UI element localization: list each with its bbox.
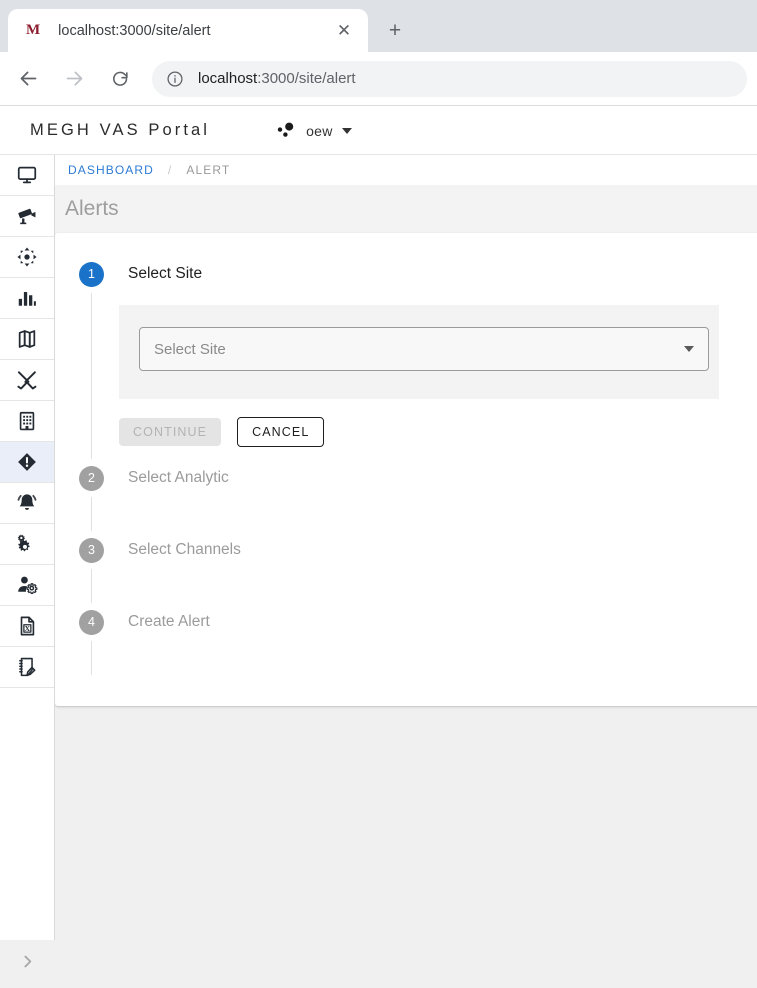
step-number-badge: 4 <box>79 610 104 635</box>
step-label: Select Site <box>128 265 202 283</box>
user-name: oew <box>306 123 333 139</box>
sidebar-item-map[interactable] <box>0 319 54 360</box>
page-header: Alerts <box>55 185 757 233</box>
app-header: MEGH VAS Portal oew <box>0 107 757 155</box>
user-menu[interactable]: oew <box>270 118 358 143</box>
breadcrumb-separator: / <box>168 163 172 177</box>
alert-wizard-card: 1 Select Site Select Site CO <box>55 233 757 706</box>
address-bar[interactable]: localhost:3000/site/alert <box>152 61 747 97</box>
sidebar-item-analytics[interactable] <box>0 278 54 319</box>
step-2-content <box>91 497 757 531</box>
browser-tab[interactable]: M localhost:3000/site/alert ✕ <box>8 9 368 52</box>
step-label: Create Alert <box>128 613 210 631</box>
step-header[interactable]: 2 Select Analytic <box>55 459 757 497</box>
select-site-panel: Select Site <box>119 305 719 399</box>
sidebar-item-logs[interactable] <box>0 647 54 688</box>
content-area: DASHBOARD / ALERT Alerts 1 Select Site <box>55 155 757 988</box>
url-path: :3000/site/alert <box>257 70 355 87</box>
breadcrumb-alert: ALERT <box>186 163 230 177</box>
chevron-down-icon[interactable] <box>684 346 694 352</box>
page-title: Alerts <box>65 197 119 221</box>
step-number-badge: 3 <box>79 538 104 563</box>
step-label: Select Analytic <box>128 469 229 487</box>
arrow-left-icon[interactable] <box>10 61 46 97</box>
step-header[interactable]: 1 Select Site <box>55 255 757 293</box>
reload-icon[interactable] <box>102 61 138 97</box>
sidebar-nav: X <box>0 155 55 988</box>
application-viewport: MEGH VAS Portal oew <box>0 107 757 988</box>
close-icon[interactable]: ✕ <box>332 19 356 43</box>
sidebar-item-notifications[interactable] <box>0 483 54 524</box>
browser-window: M localhost:3000/site/alert ✕ + localhos… <box>0 0 757 988</box>
sidebar-item-reports[interactable]: X <box>0 606 54 647</box>
breadcrumb: DASHBOARD / ALERT <box>55 155 757 185</box>
step-header[interactable]: 4 Create Alert <box>55 603 757 641</box>
chevron-right-icon <box>19 953 36 975</box>
sidebar-item-settings[interactable] <box>0 524 54 565</box>
step-1-content: Select Site CONTINUE CANCEL <box>91 293 757 459</box>
sidebar-item-sites[interactable] <box>0 401 54 442</box>
step-3-content <box>91 569 757 603</box>
sidebar-item-tools[interactable] <box>0 360 54 401</box>
sidebar-item-dashboard[interactable] <box>0 155 54 196</box>
step-number-badge: 1 <box>79 262 104 287</box>
url-text: localhost:3000/site/alert <box>198 70 356 87</box>
browser-toolbar: localhost:3000/site/alert <box>0 52 757 106</box>
arrow-right-icon[interactable] <box>56 61 92 97</box>
favicon: M <box>26 22 40 39</box>
url-host: localhost <box>198 70 257 87</box>
tab-title: localhost:3000/site/alert <box>58 23 326 39</box>
wizard-step-3: 3 Select Channels <box>55 531 757 603</box>
sidebar-expand-button[interactable] <box>0 940 55 988</box>
step-1-actions: CONTINUE CANCEL <box>119 399 757 447</box>
select-site-input[interactable]: Select Site <box>139 327 709 371</box>
browser-tab-strip: M localhost:3000/site/alert ✕ + <box>0 0 757 52</box>
sidebar-item-alerts[interactable] <box>0 442 54 483</box>
sidebar-item-ptz[interactable] <box>0 237 54 278</box>
cancel-button[interactable]: CANCEL <box>237 417 324 447</box>
app-body: X DASHBOARD / ALERT <box>0 155 757 988</box>
chevron-down-icon[interactable] <box>342 128 352 134</box>
sidebar-item-users[interactable] <box>0 565 54 606</box>
breadcrumb-dashboard[interactable]: DASHBOARD <box>68 163 154 177</box>
info-circle-icon[interactable] <box>166 70 184 88</box>
select-site-value: Select Site <box>154 341 684 358</box>
new-tab-button[interactable]: + <box>378 13 412 47</box>
continue-button[interactable]: CONTINUE <box>119 418 221 446</box>
wizard-step-2: 2 Select Analytic <box>55 459 757 531</box>
step-label: Select Channels <box>128 541 241 559</box>
wizard-step-1: 1 Select Site Select Site CO <box>55 255 757 459</box>
step-4-content <box>91 641 757 675</box>
step-number-badge: 2 <box>79 466 104 491</box>
step-header[interactable]: 3 Select Channels <box>55 531 757 569</box>
app-brand-title: MEGH VAS Portal <box>30 121 210 140</box>
wizard-step-4: 4 Create Alert <box>55 603 757 675</box>
share-nodes-icon <box>276 122 296 139</box>
sidebar-item-cameras[interactable] <box>0 196 54 237</box>
